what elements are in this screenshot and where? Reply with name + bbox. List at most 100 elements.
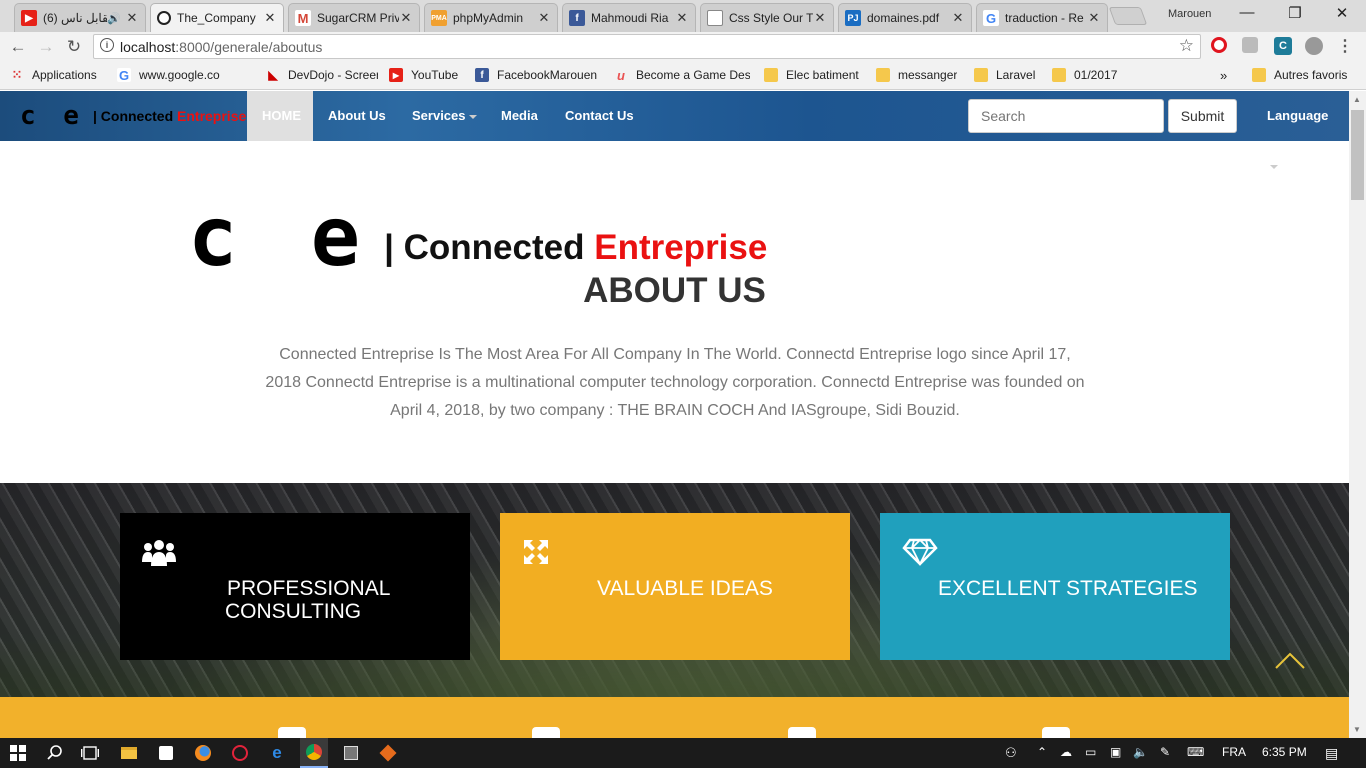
close-tab-icon[interactable]: ✕ <box>263 10 277 26</box>
browser-tab[interactable]: Css Style Our T ✕ <box>700 3 834 32</box>
nav-contact-us[interactable]: Contact Us <box>550 91 649 141</box>
back-icon[interactable]: ← <box>8 37 28 57</box>
bookmark-item[interactable]: f FacebookMarouen <box>475 68 597 82</box>
chrome-icon[interactable] <box>300 738 328 768</box>
scrollbar-thumb[interactable] <box>1351 110 1364 200</box>
battery-icon[interactable]: ▭ <box>1085 745 1096 759</box>
document-icon <box>707 10 723 26</box>
submit-button[interactable]: Submit <box>1168 99 1237 133</box>
nav-media[interactable]: Media <box>486 91 553 141</box>
clock[interactable]: 6:35 PM <box>1262 745 1307 759</box>
close-tab-icon[interactable]: ✕ <box>675 10 689 26</box>
pj-icon: PJ <box>845 10 861 26</box>
git-icon[interactable] <box>378 743 398 763</box>
browser-tab[interactable]: f Mahmoudi Ria ✕ <box>562 3 696 32</box>
more-bookmarks-button[interactable]: » <box>1220 68 1227 83</box>
page-scrollbar[interactable]: ▲ ▼ <box>1349 91 1366 738</box>
store-icon[interactable] <box>156 743 176 763</box>
notifications-icon[interactable]: ▤ <box>1325 745 1338 762</box>
nav-language[interactable]: Language <box>1252 91 1349 169</box>
close-tab-icon[interactable]: ✕ <box>399 10 413 26</box>
network-icon[interactable]: ▣ <box>1110 745 1121 759</box>
scroll-down-icon[interactable]: ▼ <box>1353 725 1361 734</box>
bookmark-item[interactable]: G www.google.co <box>117 68 220 82</box>
restore-icon[interactable]: ❐ <box>1275 4 1315 22</box>
nav-services[interactable]: Services <box>397 91 492 141</box>
volume-icon[interactable]: 🔈 <box>1133 745 1148 759</box>
close-tab-icon[interactable]: ✕ <box>537 10 551 26</box>
opera-icon[interactable] <box>1211 37 1227 53</box>
bookmark-item[interactable]: ◣ DevDojo - Screencas <box>266 68 378 82</box>
bookmark-label: FacebookMarouen <box>497 68 598 82</box>
brand-logo: c e <box>20 101 85 131</box>
card-valuable-ideas[interactable]: VALUABLE IDEAS <box>500 513 850 660</box>
bookmark-item[interactable]: ⁙ Applications <box>10 68 97 82</box>
info-icon[interactable]: i <box>100 38 114 52</box>
bookmark-star-icon[interactable]: ☆ <box>1179 36 1194 56</box>
file-explorer-icon[interactable] <box>119 743 139 763</box>
people-icon[interactable]: ⚇ <box>1005 745 1017 761</box>
nav-home[interactable]: HOME <box>247 91 313 141</box>
close-tab-icon[interactable]: ✕ <box>813 10 827 26</box>
scroll-up-icon[interactable]: ▲ <box>1353 95 1361 104</box>
edge-icon[interactable]: e <box>267 743 287 763</box>
other-bookmarks-folder[interactable]: Autres favoris <box>1252 68 1347 82</box>
bookmark-item[interactable]: ▶ YouTube <box>389 68 458 82</box>
close-window-icon[interactable]: ✕ <box>1322 4 1362 22</box>
hero-band: PROFESSIONAL CONSULTING VALUABLE IDEAS E… <box>0 483 1349 697</box>
minimize-icon[interactable]: — <box>1227 4 1267 21</box>
scroll-to-top-icon[interactable] <box>1275 648 1305 678</box>
keyboard-icon[interactable]: ⌨ <box>1187 745 1204 759</box>
extension-icon[interactable]: C <box>1274 37 1292 55</box>
company-logo: c e | Connected Entreprise <box>188 197 767 279</box>
new-tab-button[interactable] <box>1108 7 1148 25</box>
tab-title: SugarCRM Priv <box>317 11 399 25</box>
profile-name[interactable]: Marouen <box>1168 8 1211 20</box>
card-label-line: PROFESSIONAL <box>227 577 391 600</box>
card-excellent-strategies[interactable]: EXCELLENT STRATEGIES <box>880 513 1230 660</box>
pen-icon[interactable]: ✎ <box>1160 745 1170 759</box>
cloud-icon[interactable]: ☁ <box>1060 745 1072 759</box>
forward-icon[interactable]: → <box>36 37 56 57</box>
browser-tab[interactable]: M SugarCRM Priv ✕ <box>288 3 420 32</box>
browser-tab-active[interactable]: The_Company ✕ <box>150 3 284 32</box>
search-input[interactable] <box>968 99 1164 133</box>
browser-tab-strip: ▶ (6) نقابل ناس 🔊 ✕ The_Company ✕ M Suga… <box>0 0 1366 32</box>
menu-icon[interactable]: ⋮ <box>1336 37 1354 55</box>
windows-start-icon[interactable] <box>8 743 28 763</box>
close-tab-icon[interactable]: ✕ <box>1087 10 1101 26</box>
browser-tab[interactable]: G traduction - Re ✕ <box>976 3 1108 32</box>
nav-label: Services <box>412 108 466 123</box>
brand-connected: Connected <box>100 108 178 124</box>
browser-tab[interactable]: PMA phpMyAdmin ✕ <box>424 3 558 32</box>
extension-icon[interactable] <box>1305 37 1323 55</box>
reload-icon[interactable]: ↻ <box>64 37 84 57</box>
browser-tab[interactable]: PJ domaines.pdf ✕ <box>838 3 972 32</box>
chevron-up-icon[interactable]: ⌃ <box>1037 745 1047 759</box>
speaker-icon[interactable]: 🔊 <box>107 12 121 25</box>
cube-extension-icon[interactable] <box>1242 37 1258 53</box>
bookmarks-bar: ⁙ Applications G www.google.co ◣ DevDojo… <box>0 62 1366 90</box>
briefcase-icon <box>1042 727 1070 738</box>
navbar-brand[interactable]: c e | Connected Entreprise <box>20 101 246 131</box>
card-professional-consulting[interactable]: PROFESSIONAL CONSULTING <box>120 513 470 660</box>
firefox-icon[interactable] <box>193 743 213 763</box>
logo-connected: Connected <box>403 228 595 267</box>
bookmark-folder[interactable]: messanger <box>876 68 957 82</box>
app-icon[interactable] <box>341 743 361 763</box>
search-icon[interactable] <box>45 743 65 763</box>
bookmark-item[interactable]: u Become a Game Des <box>614 68 750 82</box>
close-tab-icon[interactable]: ✕ <box>125 10 139 26</box>
bookmark-folder[interactable]: 01/2017 <box>1052 68 1117 82</box>
nav-about-us[interactable]: About Us <box>313 91 401 141</box>
bookmark-folder[interactable]: Elec batiment <box>764 68 859 82</box>
tab-title: Css Style Our T <box>729 11 813 25</box>
input-language[interactable]: FRA <box>1222 745 1246 759</box>
task-view-icon[interactable] <box>80 743 100 763</box>
nav-label: HOME <box>262 108 301 123</box>
browser-tab[interactable]: ▶ (6) نقابل ناس 🔊 ✕ <box>14 3 146 32</box>
app-icon[interactable] <box>230 743 250 763</box>
close-tab-icon[interactable]: ✕ <box>951 10 965 26</box>
address-bar[interactable]: i localhost:8000/generale/aboutus ☆ <box>93 34 1201 59</box>
bookmark-folder[interactable]: Laravel <box>974 68 1035 82</box>
